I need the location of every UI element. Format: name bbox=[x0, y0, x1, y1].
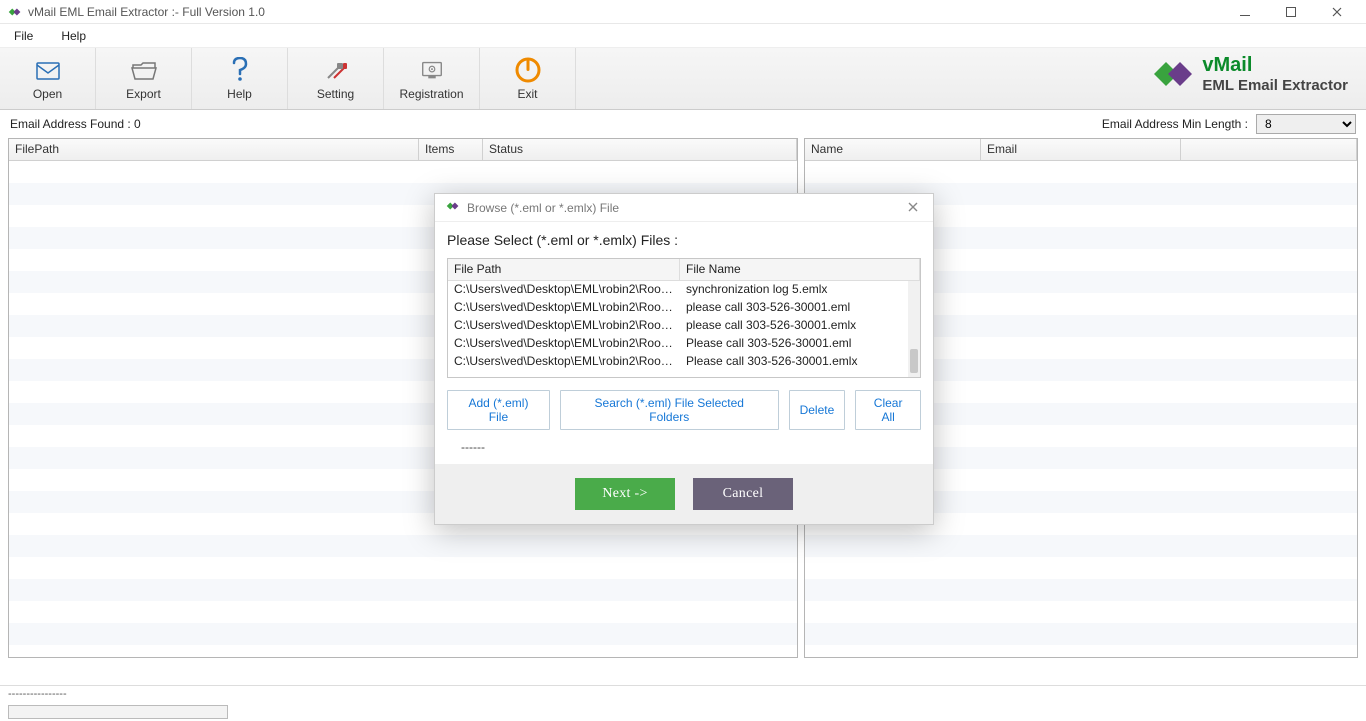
dialog-heading: Please Select (*.eml or *.emlx) Files : bbox=[447, 232, 921, 248]
dialog-file-row[interactable]: C:\Users\ved\Desktop\EML\robin2\Root-Ma.… bbox=[448, 299, 920, 317]
menu-file[interactable]: File bbox=[8, 27, 39, 45]
brand: vMail EML Email Extractor bbox=[1152, 54, 1348, 94]
titlebar: vMail EML Email Extractor :- Full Versio… bbox=[0, 0, 1366, 24]
dialog-col-filepath[interactable]: File Path bbox=[448, 259, 680, 280]
dialog-file-grid[interactable]: File Path File Name C:\Users\ved\Desktop… bbox=[447, 258, 921, 378]
toolbar-help-button[interactable]: Help bbox=[192, 48, 288, 109]
help-icon bbox=[227, 57, 253, 83]
toolbar-registration-button[interactable]: Registration bbox=[384, 48, 480, 109]
brand-sub: EML Email Extractor bbox=[1202, 77, 1348, 94]
statusbar: ---------------- bbox=[0, 685, 1366, 721]
dialog-row-path: C:\Users\ved\Desktop\EML\robin2\Root-Ma.… bbox=[448, 299, 680, 317]
brand-name: vMail bbox=[1202, 54, 1348, 77]
email-found-label: Email Address Found : 0 bbox=[10, 117, 1092, 131]
search-folders-button[interactable]: Search (*.eml) File Selected Folders bbox=[560, 390, 779, 430]
minlen-label: Email Address Min Length : bbox=[1102, 117, 1248, 131]
dialog-title: Browse (*.eml or *.emlx) File bbox=[467, 201, 619, 215]
dialog-row-name: please call 303-526-30001.emlx bbox=[680, 317, 920, 335]
col-spare[interactable] bbox=[1181, 139, 1357, 160]
exit-icon bbox=[515, 57, 541, 83]
menubar: File Help bbox=[0, 24, 1366, 48]
window-title: vMail EML Email Extractor :- Full Versio… bbox=[28, 5, 265, 19]
add-eml-button[interactable]: Add (*.eml) File bbox=[447, 390, 550, 430]
toolbar-registration-label: Registration bbox=[399, 87, 463, 101]
dialog-file-row[interactable]: C:\Users\ved\Desktop\EML\robin2\Root-Ma.… bbox=[448, 353, 920, 371]
dialog-logo-icon bbox=[445, 199, 459, 216]
menu-help[interactable]: Help bbox=[55, 27, 92, 45]
window-minimize-button[interactable] bbox=[1222, 0, 1268, 24]
toolbar-setting-button[interactable]: Setting bbox=[288, 48, 384, 109]
col-email[interactable]: Email bbox=[981, 139, 1181, 160]
minlen-select[interactable]: 8 bbox=[1256, 114, 1356, 134]
dialog-row-name: synchronization log 5.emlx bbox=[680, 281, 920, 299]
dialog-row-name: Please call 303-526-30001.eml bbox=[680, 335, 920, 353]
app-window: vMail EML Email Extractor :- Full Versio… bbox=[0, 0, 1366, 721]
progress-bar bbox=[8, 705, 228, 719]
dialog-row-path: C:\Users\ved\Desktop\EML\robin2\Root-Ma.… bbox=[448, 317, 680, 335]
toolbar-exit-button[interactable]: Exit bbox=[480, 48, 576, 109]
dialog-row-path: C:\Users\ved\Desktop\EML\robin2\Root-Ma.… bbox=[448, 335, 680, 353]
toolbar-help-label: Help bbox=[227, 87, 252, 101]
delete-button[interactable]: Delete bbox=[789, 390, 846, 430]
toolbar-exit-label: Exit bbox=[517, 87, 537, 101]
setting-icon bbox=[323, 57, 349, 83]
dialog-scrollbar[interactable] bbox=[908, 281, 920, 377]
window-close-button[interactable] bbox=[1314, 0, 1360, 24]
dialog-titlebar: Browse (*.eml or *.emlx) File bbox=[435, 194, 933, 222]
dialog-row-name: please call 303-526-30001.eml bbox=[680, 299, 920, 317]
toolbar-export-label: Export bbox=[126, 87, 161, 101]
dialog-file-row[interactable]: C:\Users\ved\Desktop\EML\robin2\Root-Ma.… bbox=[448, 335, 920, 353]
toolbar-open-button[interactable]: Open bbox=[0, 48, 96, 109]
col-items[interactable]: Items bbox=[419, 139, 483, 160]
dialog-file-row[interactable]: C:\Users\ved\Desktop\EML\robin2\Root-Ma.… bbox=[448, 317, 920, 335]
export-icon bbox=[131, 57, 157, 83]
dialog-row-name: Please call 303-526-30001.emlx bbox=[680, 353, 920, 371]
cancel-button[interactable]: Cancel bbox=[693, 478, 793, 510]
dialog-row-path: C:\Users\ved\Desktop\EML\robin2\Root-Ma.… bbox=[448, 353, 680, 371]
window-maximize-button[interactable] bbox=[1268, 0, 1314, 24]
dialog-status: ------ bbox=[447, 436, 921, 464]
dialog-file-row[interactable]: C:\Users\ved\Desktop\EML\robin2\Root-Ma.… bbox=[448, 281, 920, 299]
toolbar-setting-label: Setting bbox=[317, 87, 354, 101]
browse-dialog: Browse (*.eml or *.emlx) File Please Sel… bbox=[434, 193, 934, 525]
app-logo-icon bbox=[6, 4, 22, 20]
dialog-col-filename[interactable]: File Name bbox=[680, 259, 920, 280]
col-name[interactable]: Name bbox=[805, 139, 981, 160]
toolbar-export-button[interactable]: Export bbox=[96, 48, 192, 109]
clear-all-button[interactable]: Clear All bbox=[855, 390, 921, 430]
next-button[interactable]: Next -> bbox=[575, 478, 675, 510]
dialog-row-path: C:\Users\ved\Desktop\EML\robin2\Root-Ma.… bbox=[448, 281, 680, 299]
open-icon bbox=[35, 57, 61, 83]
status-text: ---------------- bbox=[8, 688, 1358, 701]
toolbar-open-label: Open bbox=[33, 87, 62, 101]
brand-logo-icon bbox=[1152, 54, 1192, 94]
col-filepath[interactable]: FilePath bbox=[9, 139, 419, 160]
toolbar: Open Export Help Setting Registration Ex… bbox=[0, 48, 1366, 110]
dialog-close-button[interactable] bbox=[903, 200, 923, 216]
col-status[interactable]: Status bbox=[483, 139, 797, 160]
registration-icon bbox=[419, 57, 445, 83]
info-row: Email Address Found : 0 Email Address Mi… bbox=[0, 110, 1366, 138]
